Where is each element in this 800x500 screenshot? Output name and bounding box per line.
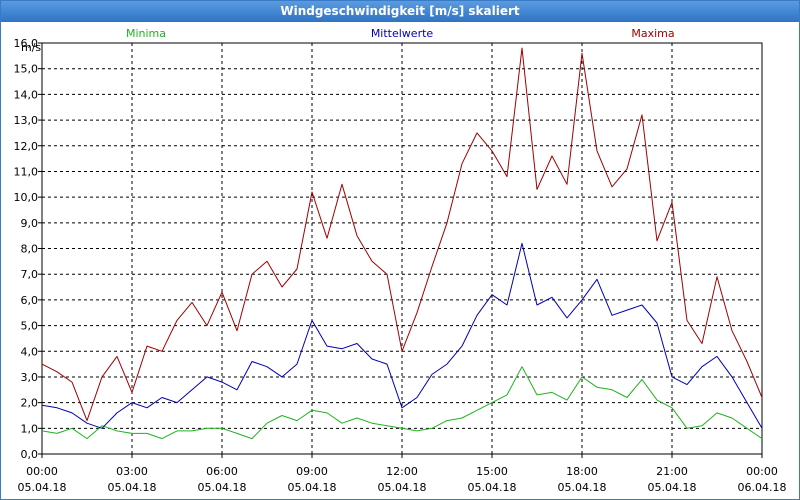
y-tick-label: 1,0 bbox=[21, 422, 39, 435]
x-tick-date: 05.04.18 bbox=[198, 481, 247, 494]
y-tick-label: 6,0 bbox=[21, 294, 39, 307]
x-tick-date: 05.04.18 bbox=[558, 481, 607, 494]
x-tick-time: 21:00 bbox=[656, 465, 688, 478]
x-tick-time: 12:00 bbox=[386, 465, 418, 478]
y-tick-label: 11,0 bbox=[14, 165, 39, 178]
wind-speed-chart: m/s 0,01,02,03,04,05,06,07,08,09,010,011… bbox=[14, 27, 787, 494]
y-tick-label: 0,0 bbox=[21, 448, 39, 461]
y-tick-label: 13,0 bbox=[14, 114, 39, 127]
x-tick-date: 05.04.18 bbox=[18, 481, 67, 494]
x-tick-date: 05.04.18 bbox=[108, 481, 157, 494]
y-tick-label: 2,0 bbox=[21, 397, 39, 410]
y-tick-label: 3,0 bbox=[21, 371, 39, 384]
x-tick-time: 09:00 bbox=[296, 465, 328, 478]
x-tick-date: 05.04.18 bbox=[648, 481, 697, 494]
y-tick-label: 7,0 bbox=[21, 268, 39, 281]
x-tick-time: 18:00 bbox=[566, 465, 598, 478]
x-tick-date: 05.04.18 bbox=[288, 481, 337, 494]
x-tick-time: 03:00 bbox=[116, 465, 148, 478]
legend: Minima Mittelwerte Maxima bbox=[126, 27, 675, 40]
x-tick-date: 06.04.18 bbox=[738, 481, 787, 494]
y-tick-label: 15,0 bbox=[14, 63, 39, 76]
chart-window: Windgeschwindigkeit [m/s] skaliert m/s 0… bbox=[0, 0, 800, 500]
legend-mittelwerte: Mittelwerte bbox=[371, 27, 434, 40]
y-tick-label: 9,0 bbox=[21, 217, 39, 230]
window-title: Windgeschwindigkeit [m/s] skaliert bbox=[1, 1, 799, 22]
y-tick-label: 5,0 bbox=[21, 320, 39, 333]
legend-minima: Minima bbox=[126, 27, 166, 40]
grid bbox=[41, 42, 763, 455]
y-tick-label: 14,0 bbox=[14, 88, 39, 101]
y-tick-label: 8,0 bbox=[21, 243, 39, 256]
y-tick-label: 4,0 bbox=[21, 345, 39, 358]
axes: m/s 0,01,02,03,04,05,06,07,08,09,010,011… bbox=[14, 37, 787, 494]
x-tick-time: 06:00 bbox=[206, 465, 238, 478]
x-tick-time: 00:00 bbox=[26, 465, 58, 478]
legend-maxima: Maxima bbox=[631, 27, 674, 40]
x-tick-date: 05.04.18 bbox=[468, 481, 517, 494]
y-tick-label: 10,0 bbox=[14, 191, 39, 204]
x-tick-time: 15:00 bbox=[476, 465, 508, 478]
y-tick-label: 12,0 bbox=[14, 140, 39, 153]
y-tick-label: 16,0 bbox=[14, 37, 39, 50]
x-tick-time: 00:00 bbox=[746, 465, 778, 478]
x-tick-date: 05.04.18 bbox=[378, 481, 427, 494]
